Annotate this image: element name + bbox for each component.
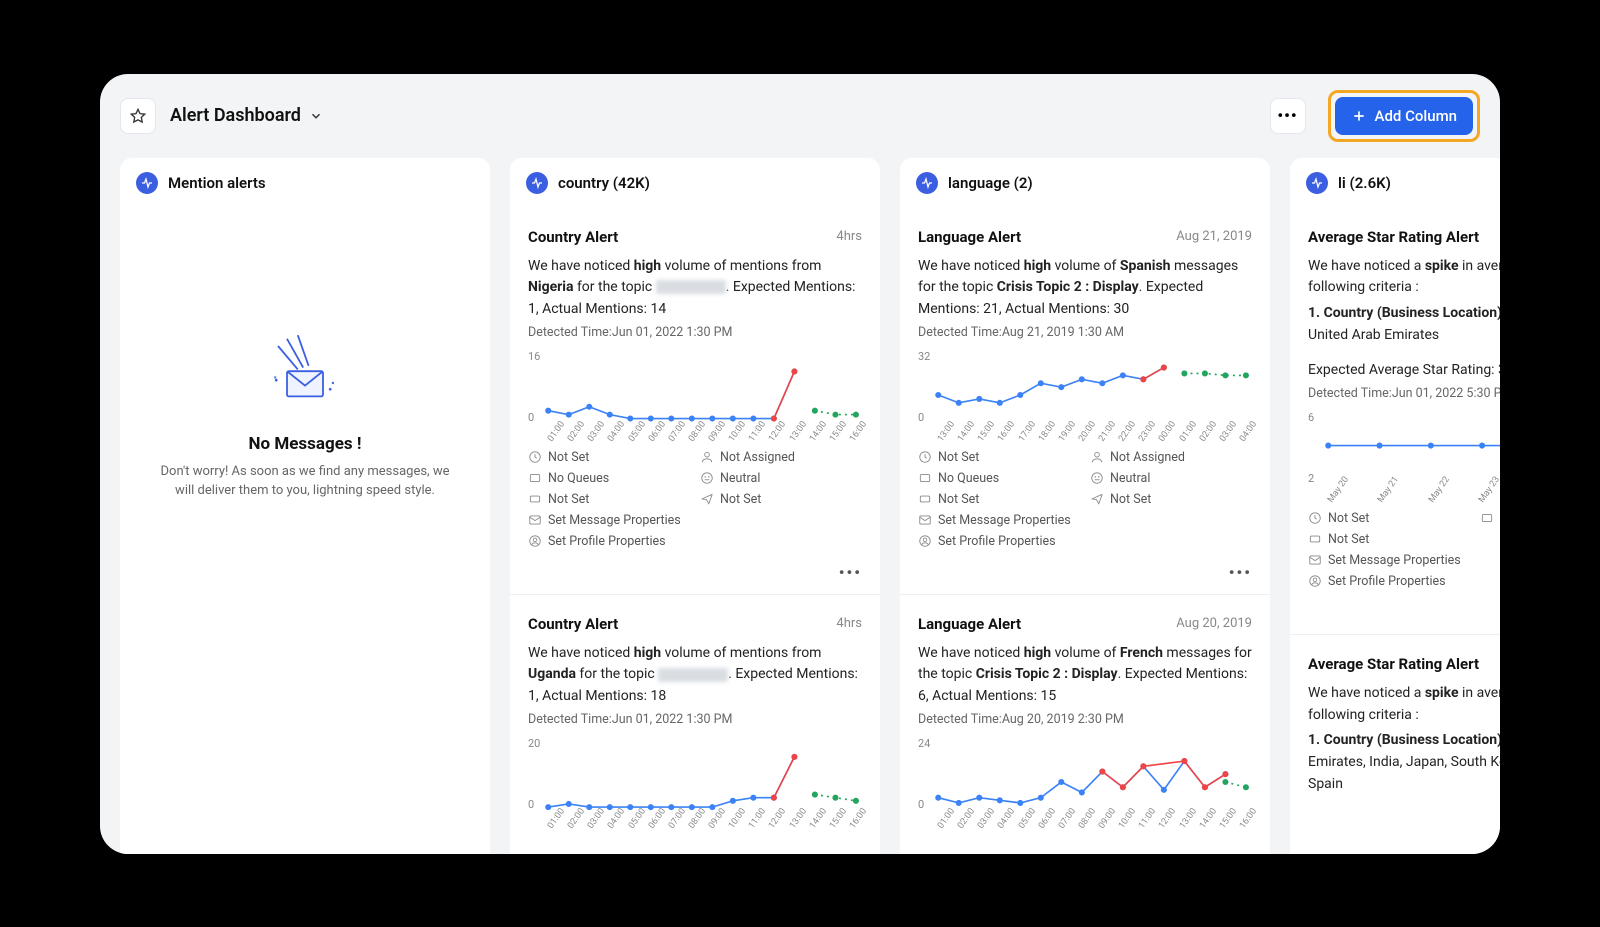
empty-state: No Messages ! Don't worry! As soon as we…	[120, 208, 490, 501]
meta-sentiment[interactable]: Neutral	[1090, 471, 1252, 486]
dashboard-title-dropdown[interactable]: Alert Dashboard	[170, 105, 323, 126]
card-time: Aug 20, 2019	[1176, 616, 1252, 631]
meta-prof-props[interactable]: Set Profile Properties	[528, 534, 862, 549]
card-message: We have noticed a spike in average star …	[1308, 683, 1500, 726]
card-time: 4hrs	[836, 616, 862, 631]
plus-icon	[1351, 108, 1367, 124]
column-header[interactable]: language (2)	[900, 158, 1270, 208]
column-mention: Mention alerts No Messages ! Don't worry…	[120, 158, 490, 854]
column-language: language (2) Language Alert Aug 21, 2019 W…	[900, 158, 1270, 854]
alert-card[interactable]: Country Alert 4hrs We have noticed high vo…	[510, 208, 880, 594]
card-title: Average Star Rating Alert	[1308, 655, 1479, 673]
card-detected-time: Detected Time:Aug 21, 2019 1:30 AM	[918, 325, 1252, 340]
meta-prof-props[interactable]: Set Profile Properties	[918, 534, 1252, 549]
card-detected-time: Detected Time:Jun 01, 2022 5:30 PM	[1308, 386, 1500, 401]
column-li: li (2.6K) Average Star Rating Alert We ha…	[1290, 158, 1500, 854]
card-criteria: 1. Country (Business Location) : United …	[1308, 303, 1500, 346]
inbox-illustration-icon	[260, 328, 350, 418]
meta-status[interactable]: Not Set	[1308, 511, 1470, 526]
card-message: We have noticed high volume of French me…	[918, 643, 1252, 708]
column-header[interactable]: Mention alerts	[120, 158, 490, 208]
column-title: Mention alerts	[168, 174, 266, 192]
meta-tag[interactable]: Not Set	[918, 492, 1080, 507]
card-more-button[interactable]: •••	[1308, 599, 1500, 626]
pulse-icon	[1306, 172, 1328, 194]
meta-status[interactable]: Not Set	[918, 450, 1080, 465]
card-title: Language Alert	[918, 615, 1021, 633]
card-title: Average Star Rating Alert	[1308, 228, 1479, 246]
card-criteria: 1. Country (Business Location) : United …	[1308, 730, 1500, 795]
alert-card[interactable]: Country Alert 4hrs We have noticed high vo…	[510, 594, 880, 845]
column-header[interactable]: li (2.6K)	[1290, 158, 1500, 208]
card-message: We have noticed high volume of mentions …	[528, 643, 862, 708]
meta-send[interactable]: Not Set	[700, 492, 862, 507]
card-title: Language Alert	[918, 228, 1021, 246]
card-more-button[interactable]: •••	[528, 559, 862, 586]
pulse-icon	[916, 172, 938, 194]
card-title: Country Alert	[528, 615, 618, 633]
pulse-icon	[526, 172, 548, 194]
card-message: We have noticed a spike in average star …	[1308, 256, 1500, 299]
pulse-icon	[136, 172, 158, 194]
app-frame: Alert Dashboard ••• Add Column Mention a…	[100, 74, 1500, 854]
meta-prof-props[interactable]: Set Profile Properties	[1308, 574, 1500, 589]
meta-sentiment[interactable]: Neutral	[700, 471, 862, 486]
empty-title: No Messages !	[249, 434, 362, 454]
meta-msg-props[interactable]: Set Message Properties	[528, 513, 862, 528]
card-detected-time: Detected Time:Jun 01, 2022 1:30 PM	[528, 712, 862, 727]
meta-status[interactable]: Not Set	[528, 450, 690, 465]
column-title: li (2.6K)	[1338, 174, 1391, 192]
meta-tag[interactable]: Not Set	[1308, 532, 1470, 547]
star-icon	[130, 108, 146, 124]
page-title: Alert Dashboard	[170, 105, 301, 126]
column-title: language (2)	[948, 174, 1033, 192]
empty-subtitle: Don't worry! As soon as we find any mess…	[150, 462, 460, 501]
add-column-button[interactable]: Add Column	[1335, 97, 1473, 135]
meta-msg-props[interactable]: Set Message Properties	[1308, 553, 1500, 568]
column-title: country (42K)	[558, 174, 650, 192]
meta-msg-props[interactable]: Set Message Properties	[918, 513, 1252, 528]
meta-queues[interactable]: No Queues	[1480, 511, 1500, 526]
meta-tag[interactable]: Not Set	[528, 492, 690, 507]
meta-send[interactable]: Not Set	[1090, 492, 1252, 507]
card-time: Aug 21, 2019	[1176, 229, 1252, 244]
meta-assigned[interactable]: Not Assigned	[1090, 450, 1252, 465]
card-message: We have noticed high volume of mentions …	[528, 256, 862, 321]
more-menu-button[interactable]: •••	[1270, 98, 1306, 134]
meta-assigned[interactable]: Not Assigned	[700, 450, 862, 465]
alert-card[interactable]: Language Alert Aug 20, 2019 We have notice…	[900, 594, 1270, 845]
column-country: country (42K) Country Alert 4hrs We have n…	[510, 158, 880, 854]
alert-card[interactable]: Average Star Rating Alert We have noticed…	[1290, 634, 1500, 803]
favorite-button[interactable]	[120, 98, 156, 134]
columns-board: Mention alerts No Messages ! Don't worry…	[100, 158, 1500, 854]
card-expected: Expected Average Star Rating: 3.8, Actua…	[1308, 360, 1500, 382]
card-more-button[interactable]: •••	[918, 559, 1252, 586]
ellipsis-icon: •••	[1277, 106, 1297, 125]
topbar: Alert Dashboard ••• Add Column	[100, 74, 1500, 158]
add-column-label: Add Column	[1375, 107, 1457, 125]
card-time: 4hrs	[836, 229, 862, 244]
column-header[interactable]: country (42K)	[510, 158, 880, 208]
chevron-down-icon	[309, 109, 323, 123]
add-column-highlight: Add Column	[1328, 90, 1480, 142]
meta-queues[interactable]: No Queues	[918, 471, 1080, 486]
alert-card[interactable]: Language Alert Aug 21, 2019 We have notice…	[900, 208, 1270, 594]
card-detected-time: Detected Time:Aug 20, 2019 2:30 PM	[918, 712, 1252, 727]
meta-queues[interactable]: No Queues	[528, 471, 690, 486]
card-message: We have noticed high volume of Spanish m…	[918, 256, 1252, 321]
alert-card[interactable]: Average Star Rating Alert We have noticed…	[1290, 208, 1500, 634]
card-detected-time: Detected Time:Jun 01, 2022 1:30 PM	[528, 325, 862, 340]
card-title: Country Alert	[528, 228, 618, 246]
